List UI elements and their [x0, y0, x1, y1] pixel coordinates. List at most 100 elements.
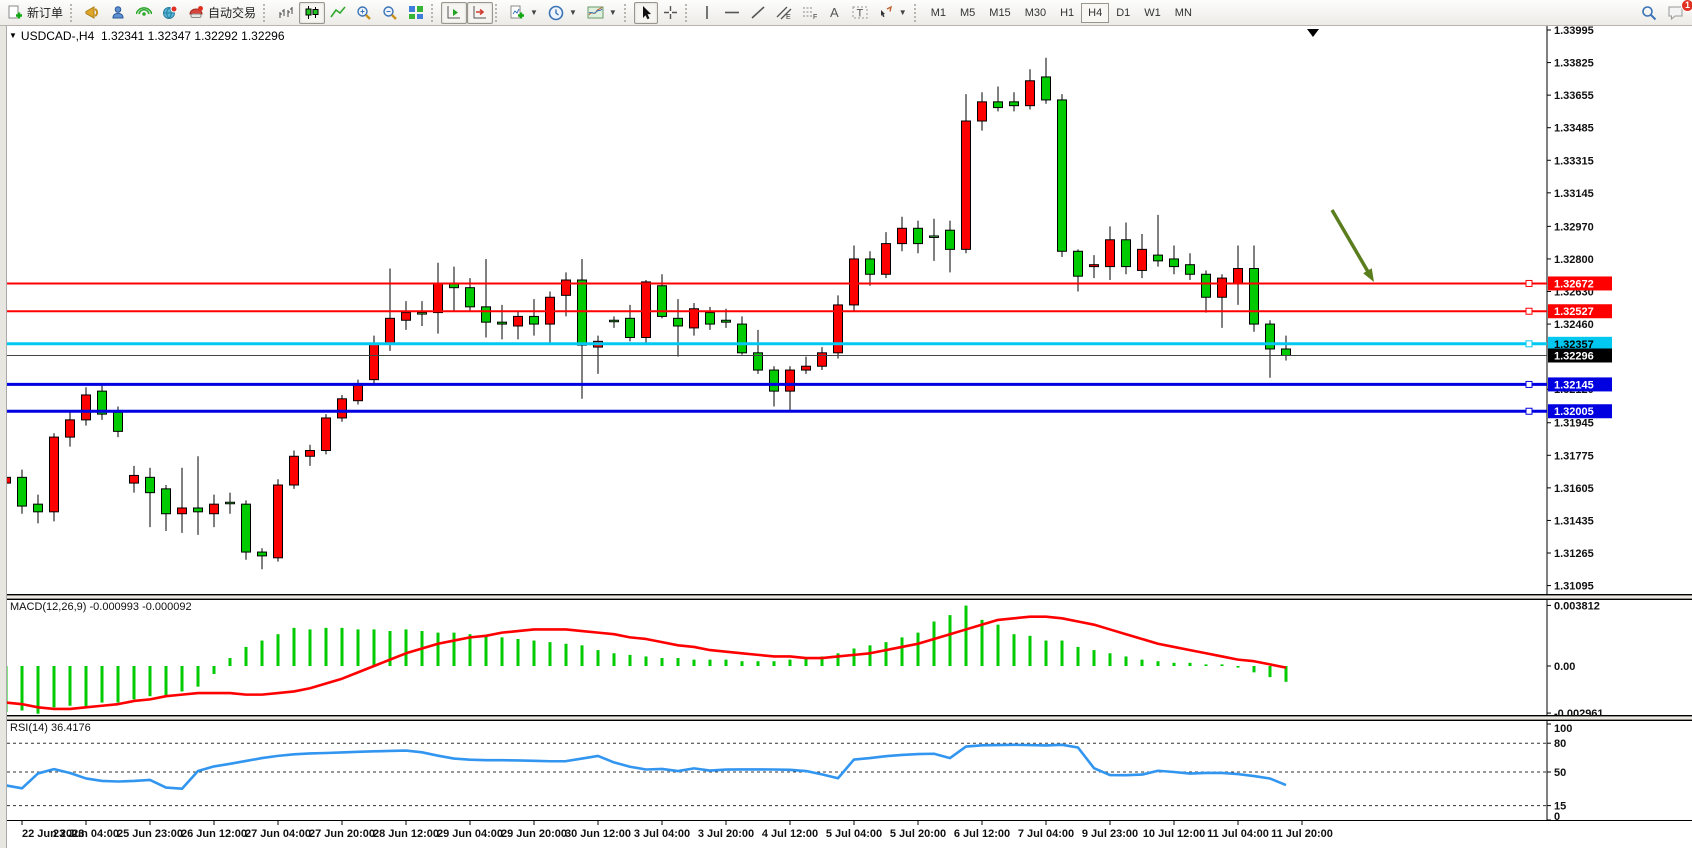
zoom-out-button[interactable]: [377, 2, 403, 24]
svg-text:28 Jun 12:00: 28 Jun 12:00: [373, 828, 439, 840]
rsi-pane[interactable]: 1008050150 RSI(14) 36.4176: [0, 720, 1692, 820]
community-button[interactable]: [106, 2, 131, 24]
toolbar-grip[interactable]: [624, 4, 630, 22]
svg-text:5 Jul 04:00: 5 Jul 04:00: [826, 828, 882, 840]
toolbar-grip[interactable]: [914, 4, 920, 22]
bar-chart-button[interactable]: [273, 2, 299, 24]
community-icon: [111, 5, 126, 20]
autotrade-button[interactable]: 自动交易: [183, 2, 261, 24]
chat-button[interactable]: 1: [1662, 2, 1689, 24]
cursor-button[interactable]: [634, 2, 658, 24]
trendline-icon: [750, 5, 766, 20]
tile-windows-button[interactable]: [403, 2, 429, 24]
ohlc-close: 1.32296: [241, 29, 284, 43]
svg-text:1.33485: 1.33485: [1554, 123, 1594, 135]
tab-timeframe-m5[interactable]: M5: [953, 3, 982, 23]
svg-text:E: E: [786, 14, 791, 20]
signals-button[interactable]: [131, 2, 157, 24]
periods-button[interactable]: ▼: [543, 2, 582, 24]
svg-text:5 Jul 20:00: 5 Jul 20:00: [890, 828, 946, 840]
text-icon: A: [828, 5, 842, 20]
channel-icon: E: [776, 5, 792, 20]
tab-timeframe-h1[interactable]: H1: [1053, 3, 1081, 23]
macd-label: MACD(12,26,9) -0.000993 -0.000092: [10, 601, 192, 613]
chart-title: ▼USDCAD-,H4 1.32341 1.32347 1.32292 1.32…: [9, 29, 285, 43]
pane-splitter[interactable]: [0, 716, 1692, 720]
svg-text:1.33995: 1.33995: [1554, 26, 1594, 37]
toolbar-grip[interactable]: [431, 4, 437, 22]
rsi-value: 36.4176: [51, 722, 91, 734]
svg-text:3 Jul 20:00: 3 Jul 20:00: [698, 828, 754, 840]
line-chart-button[interactable]: [325, 2, 351, 24]
svg-text:4 Jul 12:00: 4 Jul 12:00: [762, 828, 818, 840]
chart-shift-button[interactable]: [467, 2, 493, 24]
time-axis[interactable]: 22 Jun 202323 Jun 04:0025 Jun 23:0026 Ju…: [0, 820, 1692, 848]
auto-scroll-button[interactable]: [441, 2, 467, 24]
toolbar-grip[interactable]: [685, 4, 691, 22]
notification-badge: 1: [1681, 0, 1692, 12]
text-label-button[interactable]: T: [847, 2, 873, 24]
toolbar-grip[interactable]: [495, 4, 501, 22]
shapes-icon: [878, 5, 894, 20]
crosshair-button[interactable]: [658, 2, 683, 24]
svg-text:1.32296: 1.32296: [1554, 350, 1594, 362]
collapse-icon[interactable]: ▼: [9, 31, 17, 40]
signals-icon: [136, 5, 152, 20]
market-button[interactable]: [157, 2, 183, 24]
chart-shift-icon: [472, 5, 488, 20]
macd-pane[interactable]: 0.0038120.00-0.002961 MACD(12,26,9) -0.0…: [0, 599, 1692, 716]
search-button[interactable]: [1636, 2, 1662, 24]
templates-button[interactable]: ▼: [582, 2, 622, 24]
svg-text:1.33825: 1.33825: [1554, 58, 1594, 70]
tab-timeframe-m15[interactable]: M15: [982, 3, 1017, 23]
candlestick-chart-button[interactable]: [299, 2, 325, 24]
ohlc-low: 1.32292: [194, 29, 237, 43]
tab-timeframe-m1[interactable]: M1: [924, 3, 953, 23]
macd-values: -0.000993 -0.000092: [89, 601, 191, 613]
candlestick-chart-icon: [304, 5, 320, 20]
auto-scroll-icon: [446, 5, 462, 20]
chart-symbol: USDCAD-,H4: [21, 29, 94, 43]
megaphone-icon: [85, 5, 101, 20]
window-left-border: [0, 26, 7, 848]
fibonacci-icon: F: [802, 5, 818, 20]
pane-splitter[interactable]: [0, 595, 1692, 599]
megaphone-button[interactable]: [80, 2, 106, 24]
new-order-button[interactable]: 新订单: [3, 2, 68, 24]
indicators-button[interactable]: ▼: [505, 2, 543, 24]
svg-text:7 Jul 04:00: 7 Jul 04:00: [1018, 828, 1074, 840]
fibonacci-button[interactable]: F: [797, 2, 823, 24]
svg-text:29 Jun 04:00: 29 Jun 04:00: [437, 828, 503, 840]
indicators-icon: [510, 5, 525, 20]
tab-timeframe-m30[interactable]: M30: [1018, 3, 1053, 23]
horizontal-line-button[interactable]: [719, 2, 745, 24]
svg-text:10 Jul 12:00: 10 Jul 12:00: [1143, 828, 1205, 840]
tab-timeframe-d1[interactable]: D1: [1109, 3, 1137, 23]
zoom-in-button[interactable]: [351, 2, 377, 24]
price-pane[interactable]: 1.339951.338251.336551.334851.333151.331…: [0, 26, 1692, 595]
channel-button[interactable]: E: [771, 2, 797, 24]
toolbar-grip[interactable]: [263, 4, 269, 22]
svg-text:27 Jun 20:00: 27 Jun 20:00: [309, 828, 375, 840]
svg-text:25 Jun 23:00: 25 Jun 23:00: [117, 828, 183, 840]
svg-text:9 Jul 23:00: 9 Jul 23:00: [1082, 828, 1138, 840]
svg-text:1.31265: 1.31265: [1554, 548, 1594, 560]
vertical-line-button[interactable]: [695, 2, 719, 24]
trendline-button[interactable]: [745, 2, 771, 24]
svg-text:0.00: 0.00: [1554, 661, 1575, 673]
tab-timeframe-h4[interactable]: H4: [1081, 3, 1109, 23]
shapes-button[interactable]: ▼: [873, 2, 912, 24]
chevron-down-icon: ▼: [530, 8, 538, 17]
cursor-icon: [639, 5, 653, 20]
tab-timeframe-mn[interactable]: MN: [1168, 3, 1199, 23]
tab-timeframe-w1[interactable]: W1: [1137, 3, 1168, 23]
svg-text:30 Jun 12:00: 30 Jun 12:00: [565, 828, 631, 840]
search-icon: [1641, 5, 1657, 21]
svg-text:1.31775: 1.31775: [1554, 450, 1594, 462]
toolbar-grip[interactable]: [70, 4, 76, 22]
chevron-down-icon: ▼: [609, 8, 617, 17]
text-button[interactable]: A: [823, 2, 847, 24]
svg-text:3 Jul 04:00: 3 Jul 04:00: [634, 828, 690, 840]
rsi-label: RSI(14) 36.4176: [10, 722, 91, 734]
ohlc-open: 1.32341: [101, 29, 144, 43]
